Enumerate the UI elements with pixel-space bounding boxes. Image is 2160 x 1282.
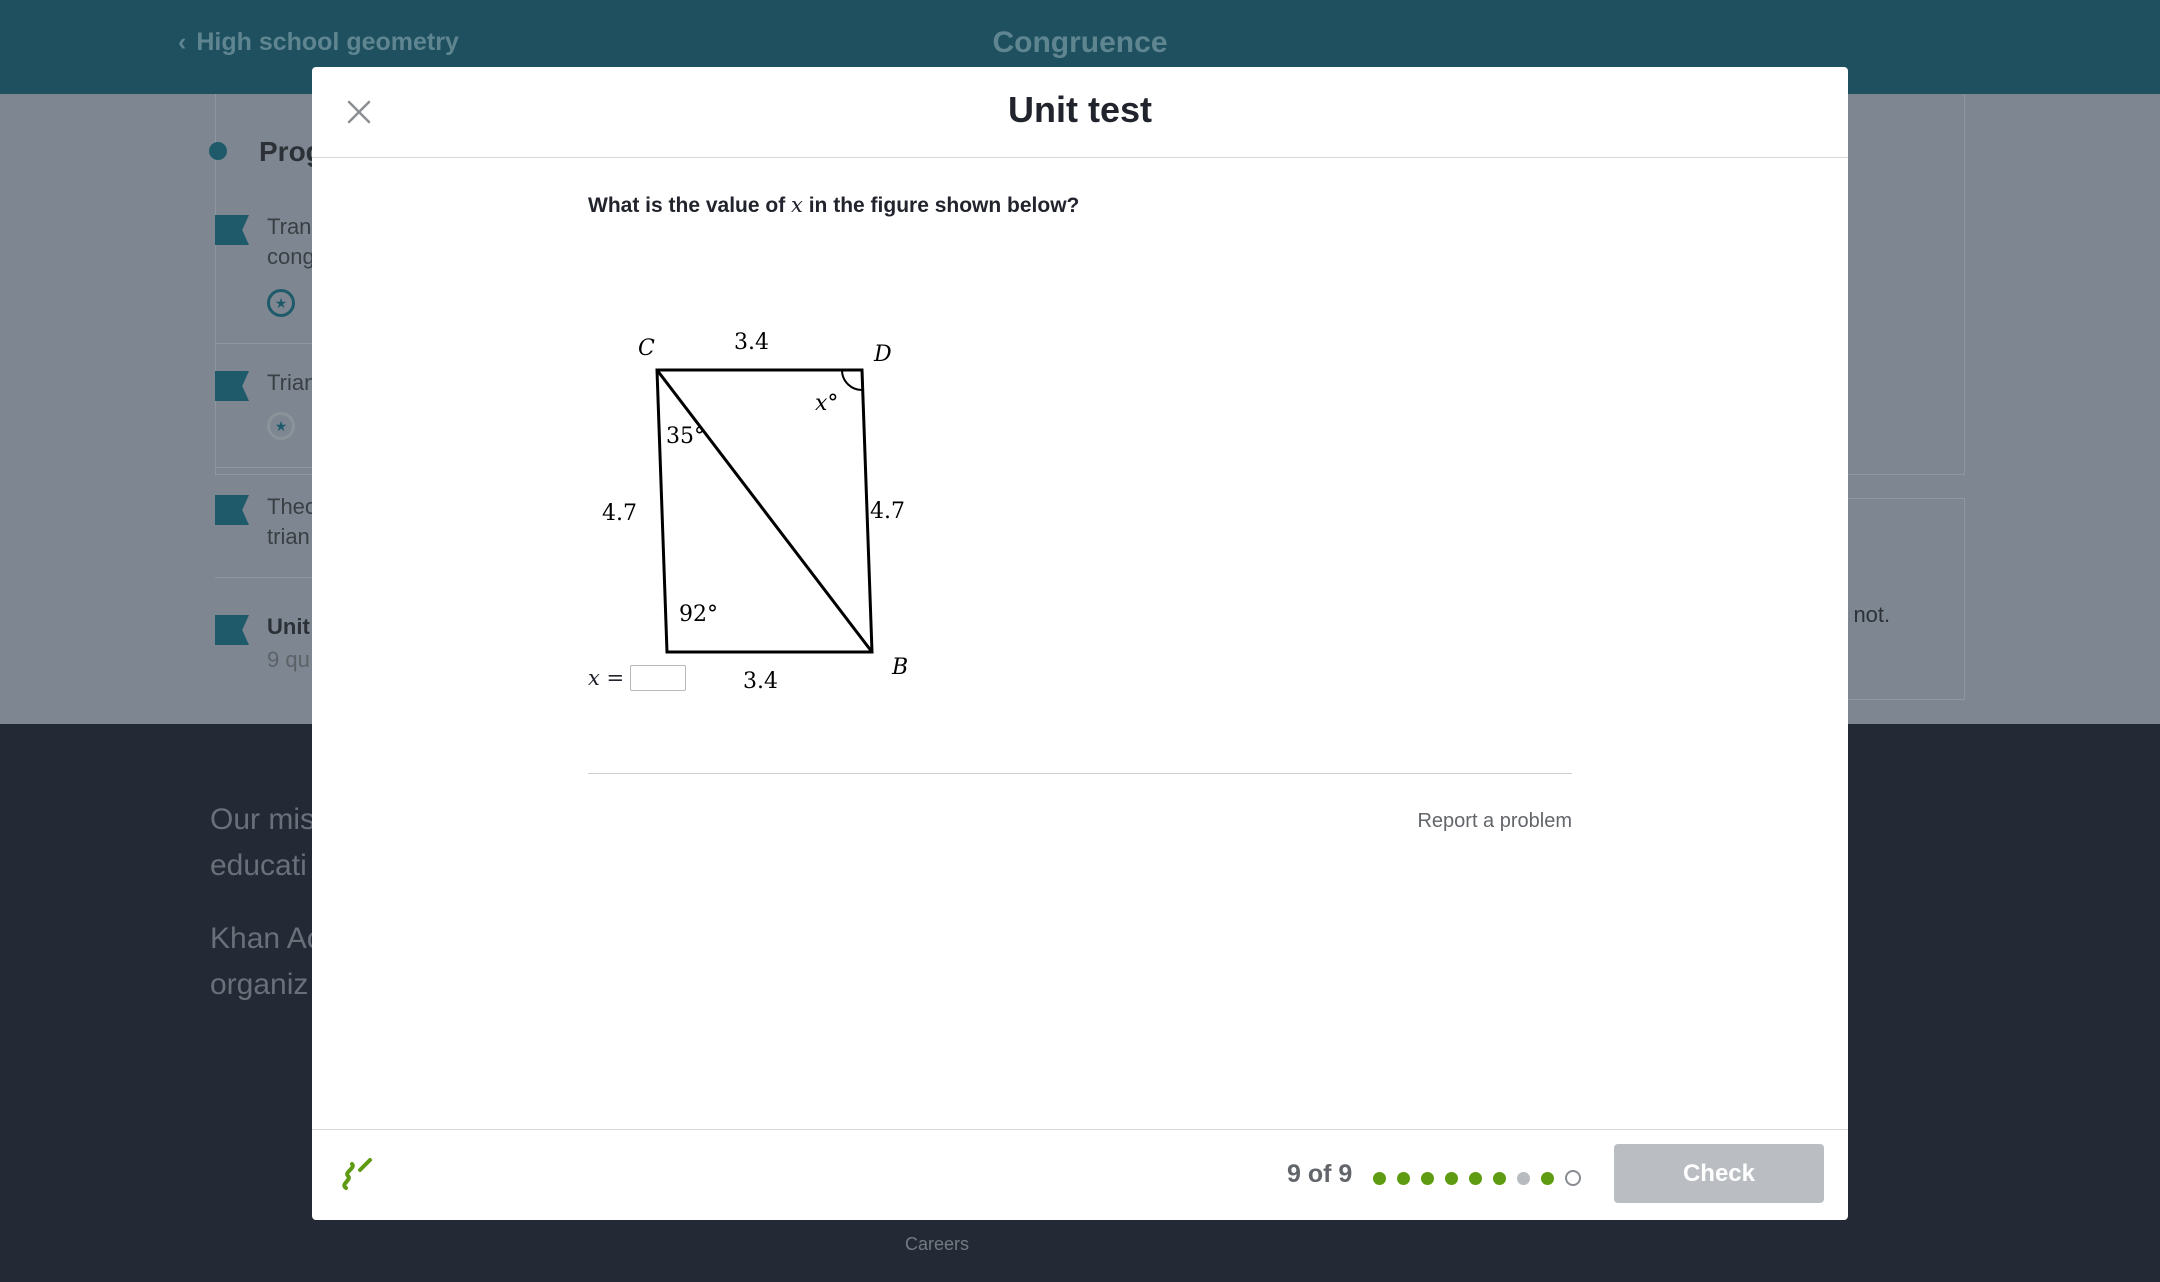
angle-label-d: x° [815,391,838,416]
unit-test-row[interactable]: Unit 9 qu [215,612,315,682]
side-label-top: 3.4 [734,330,769,355]
progress-dot [1421,1171,1434,1185]
modal-title: Unit test [1008,89,1152,130]
row-divider [215,577,315,578]
question-text: What is the value of x in the figure sho… [588,193,1079,218]
question-before: What is the value of [588,194,792,217]
mission-line: Khan Ac [210,922,322,955]
unit-test-modal: Unit test What is the value of x in the … [312,67,1848,1220]
mission-line: educati [210,849,307,882]
flag-icon [215,215,249,245]
progress-dot [1565,1170,1581,1186]
progress-dot [1445,1171,1458,1185]
answer-label: x = [588,666,625,690]
mission-line: organiz [210,968,309,1001]
lesson-title-line2: trian [267,524,310,549]
question-variable: x [791,193,803,217]
mastery-star-icon: ★ [267,289,295,317]
progress-dot [1517,1171,1530,1185]
progress-dot-icon [209,142,227,160]
row-divider [215,467,315,468]
progress-dot [1397,1171,1410,1185]
lesson-title-line1: Theo [267,494,318,519]
lesson-title-line1: Trian [267,370,317,395]
answer-input[interactable] [630,665,687,691]
side-label-bottom: 3.4 [743,669,778,692]
page-title: Congruence [992,26,1168,59]
question-after: in the figure shown below? [802,194,1080,217]
angle-label-a: 92° [679,602,718,627]
side-card [1845,498,1965,700]
khan-academy-logo-icon [336,1154,376,1194]
report-problem-link[interactable]: Report a problem [1417,810,1572,833]
flag-icon [215,495,249,525]
modal-header: Unit test [312,67,1848,158]
check-button[interactable]: Check [1614,1144,1824,1203]
angle-arc-d [840,369,864,392]
progress-dot [1469,1171,1482,1185]
flag-icon [215,371,249,401]
vertex-label-b: B [891,655,908,680]
lesson-row[interactable]: Tran cong ★ [215,212,315,332]
progress-dots [1373,1170,1581,1186]
progress-dot [1493,1171,1506,1185]
lesson-title-line2: cong [267,244,315,269]
question-counter: 9 of 9 [1287,1160,1353,1188]
lesson-row[interactable]: Theo trian [215,492,318,562]
flag-icon [215,615,249,645]
modal-footer: 9 of 9 Check [312,1129,1848,1220]
geometry-figure: C D A B 3.4 3.4 4.7 4.7 35° 92° x° [602,252,942,697]
unit-test-subtitle: 9 qu [267,647,310,672]
vertex-label-d: D [873,342,892,367]
lesson-row[interactable]: Trian ★ [215,368,317,458]
vertex-label-c: C [638,336,655,361]
careers-link[interactable]: Careers [0,1234,1874,1255]
side-label-right: 4.7 [870,499,905,524]
mission-line: Our mis [210,803,315,836]
lesson-title-line1: Tran [267,214,312,239]
question-divider [588,773,1572,774]
answer-row: x = [588,662,687,694]
progress-dot [1541,1171,1554,1185]
side-label-left: 4.7 [602,501,637,526]
mastery-star-icon: ★ [267,412,295,440]
row-divider [215,343,315,344]
angle-label-c: 35° [666,424,705,449]
progress-dot [1373,1171,1386,1185]
unit-test-title: Unit [267,614,310,639]
